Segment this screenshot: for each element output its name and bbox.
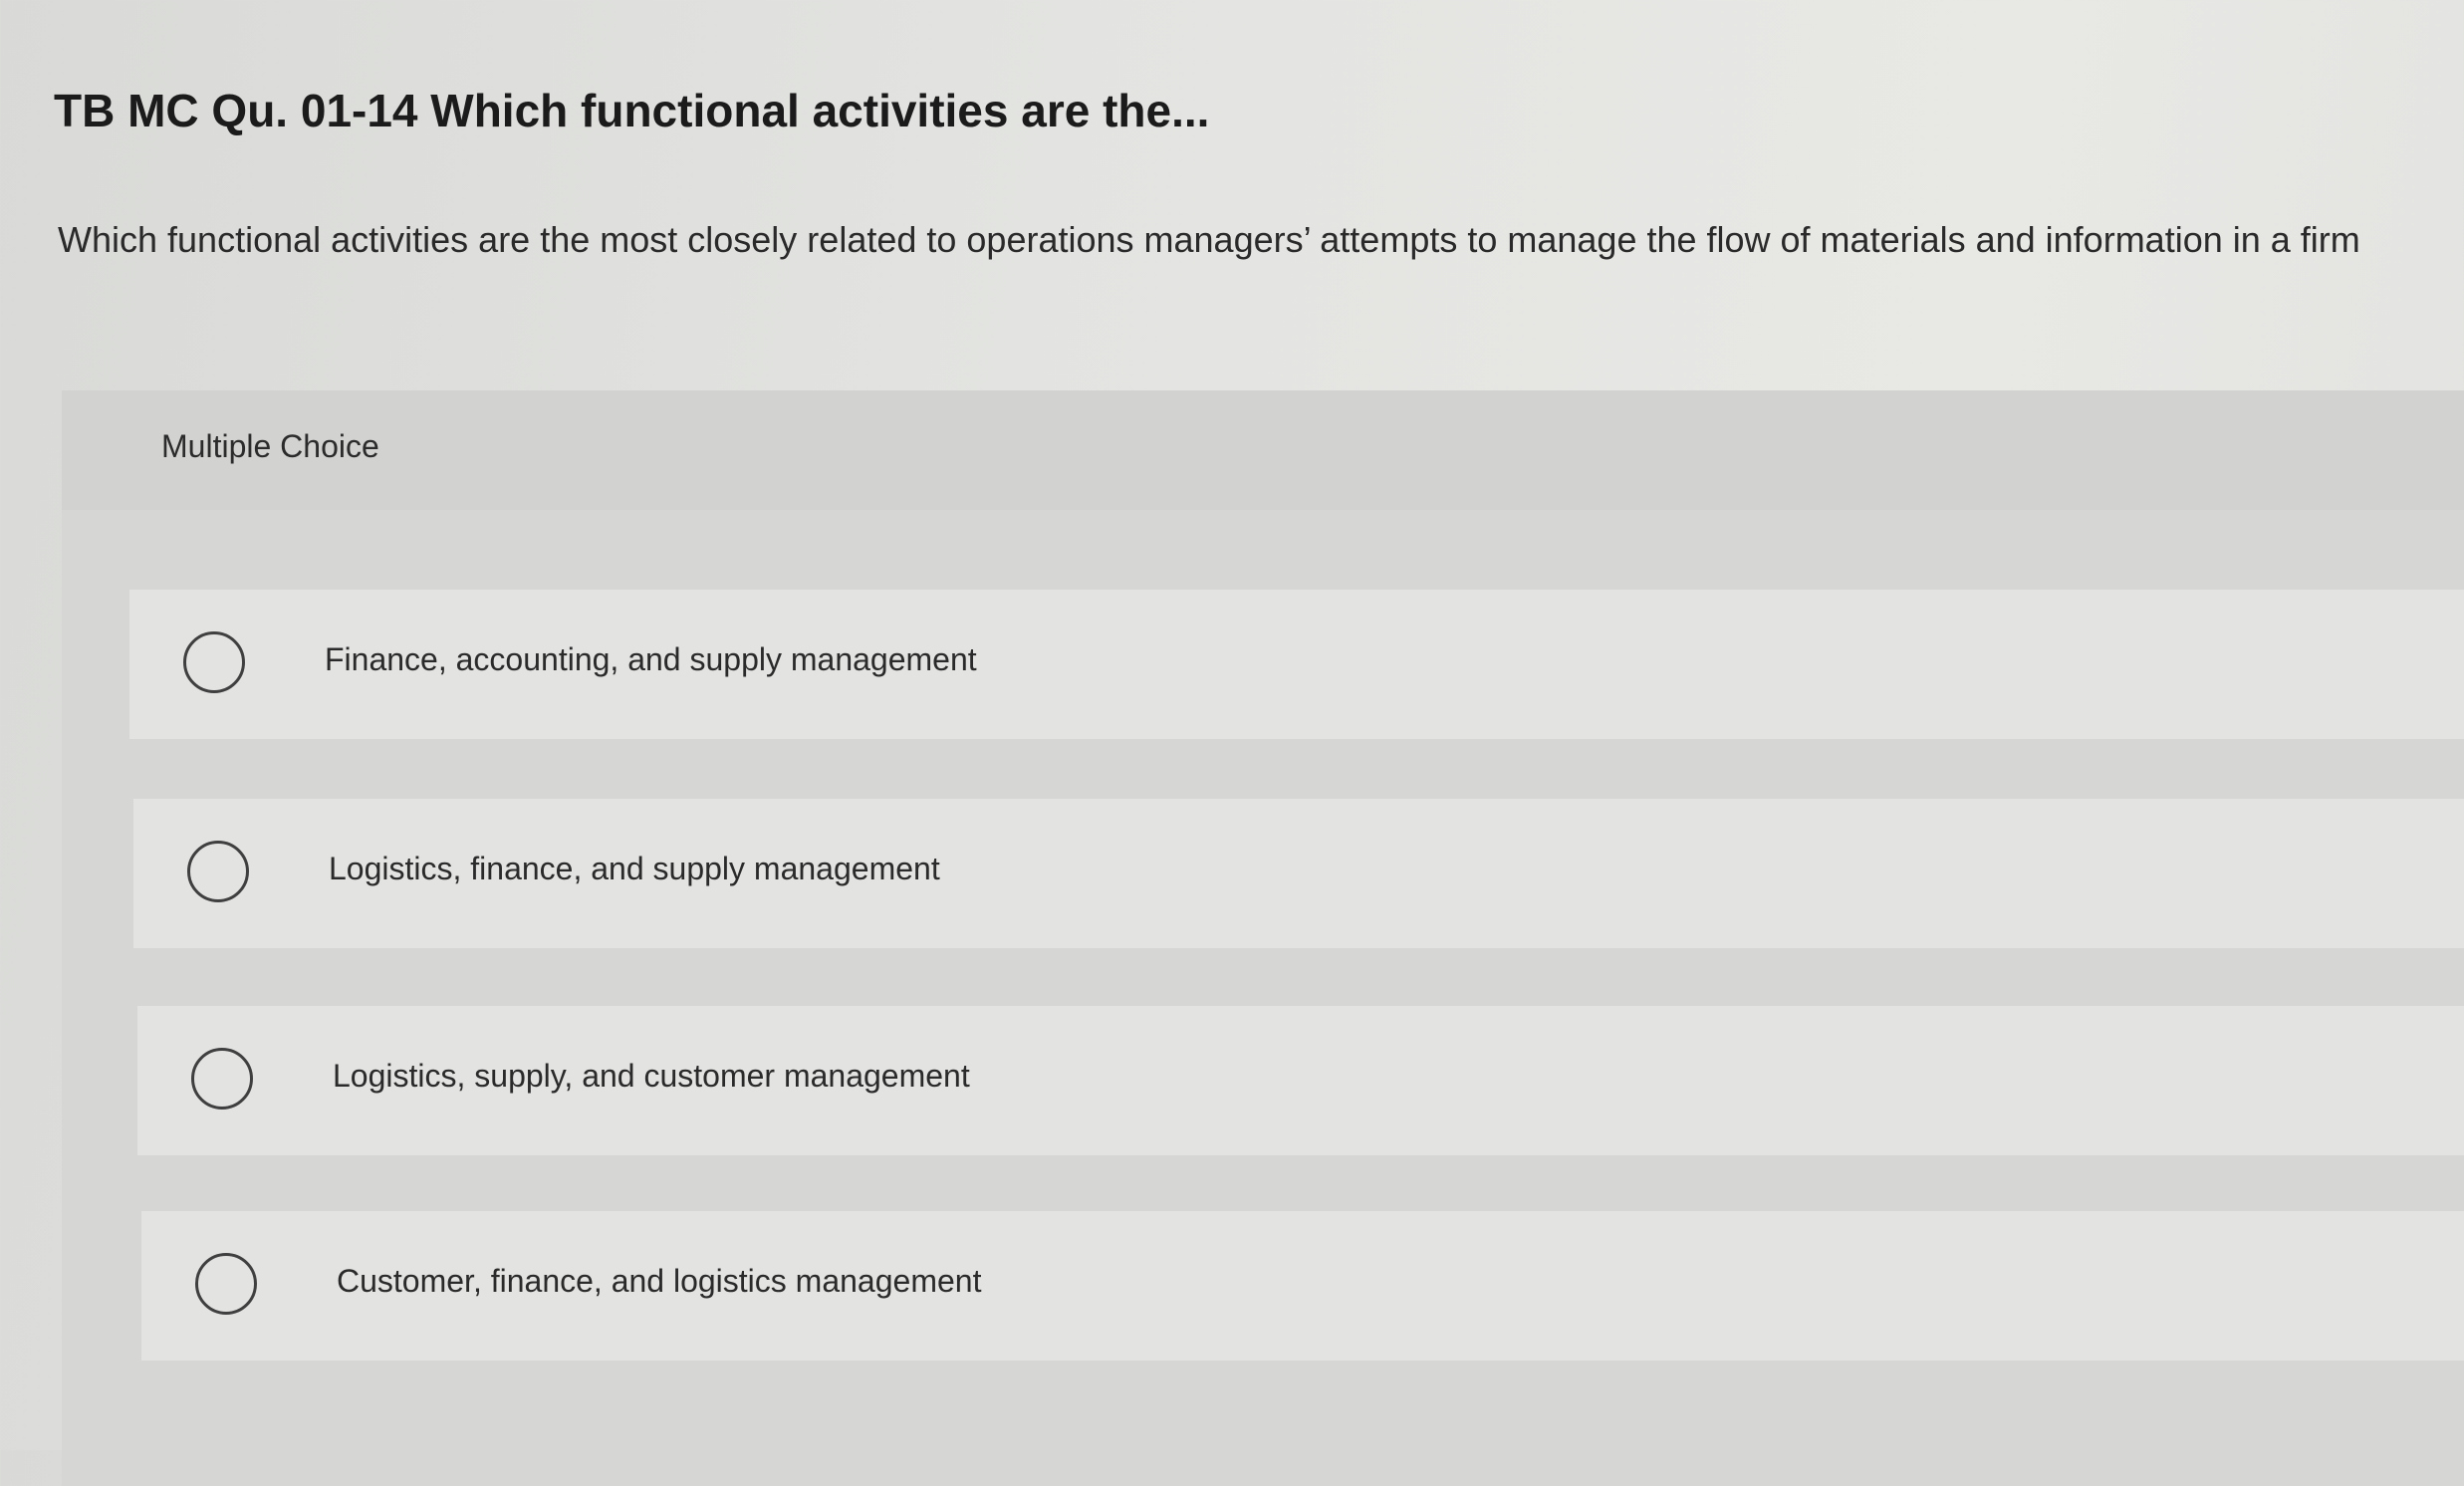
multiple-choice-panel: Multiple Choice Finance, accounting, and… bbox=[62, 390, 2464, 1486]
question-title: TB MC Qu. 01-14 Which functional activit… bbox=[54, 85, 1210, 136]
answer-option-label[interactable]: Logistics, finance, and supply managemen… bbox=[329, 851, 940, 887]
answer-option-3[interactable]: Logistics, supply, and customer manageme… bbox=[137, 1006, 2464, 1155]
answer-option-2[interactable]: Logistics, finance, and supply managemen… bbox=[133, 799, 2464, 948]
radio-button[interactable] bbox=[195, 1253, 257, 1315]
choice-type-label: Multiple Choice bbox=[161, 428, 379, 464]
radio-button[interactable] bbox=[187, 841, 249, 902]
choice-type-header: Multiple Choice bbox=[62, 390, 2464, 510]
answer-option-4[interactable]: Customer, finance, and logistics managem… bbox=[141, 1211, 2464, 1361]
answer-option-1[interactable]: Finance, accounting, and supply manageme… bbox=[129, 590, 2464, 739]
question-page: TB MC Qu. 01-14 Which functional activit… bbox=[0, 0, 2464, 1486]
radio-button[interactable] bbox=[191, 1048, 253, 1110]
answer-option-label[interactable]: Finance, accounting, and supply manageme… bbox=[325, 641, 977, 678]
radio-button[interactable] bbox=[183, 631, 245, 693]
answer-option-label[interactable]: Customer, finance, and logistics managem… bbox=[337, 1263, 981, 1300]
question-prompt: Which functional activities are the most… bbox=[58, 219, 2360, 260]
answer-option-label[interactable]: Logistics, supply, and customer manageme… bbox=[333, 1058, 970, 1095]
